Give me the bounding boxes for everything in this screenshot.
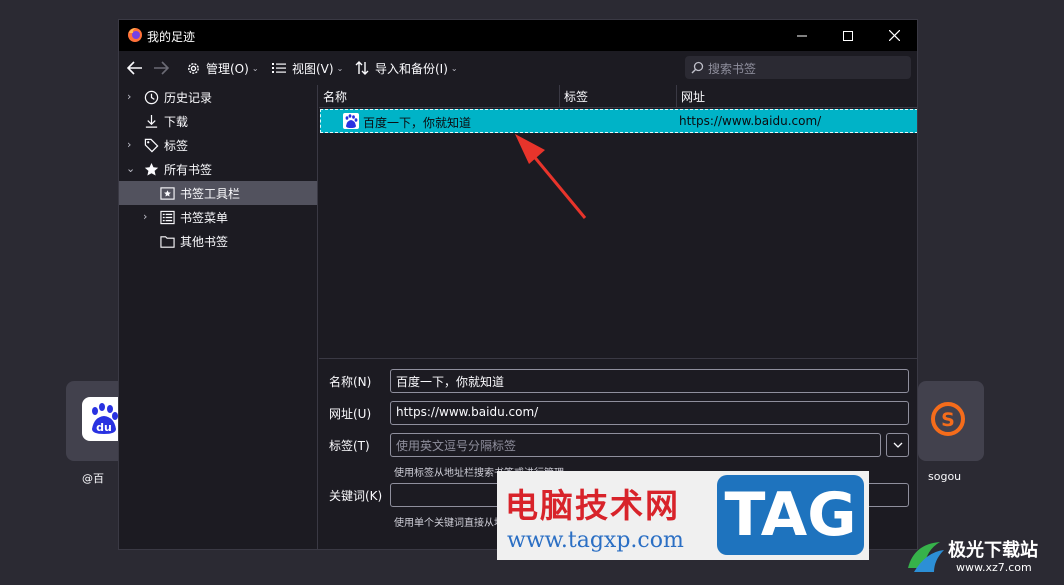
watermark-url: www.tagxp.com <box>507 528 684 553</box>
tree-item-label: 书签工具栏 <box>180 186 241 201</box>
expand-arrow-icon[interactable]: › <box>127 90 131 103</box>
column-header-name[interactable]: 名称 <box>319 85 560 107</box>
tree-item-label: 下载 <box>164 114 189 129</box>
top-site-label-sogou: sogou <box>928 470 962 483</box>
manage-menu[interactable]: 管理(O) ⌄ <box>185 58 259 78</box>
import-backup-label: 导入和备份(I) <box>375 61 448 76</box>
tree-item-label: 其他书签 <box>180 234 229 249</box>
close-button[interactable] <box>871 20 917 51</box>
tree-item-label: 书签菜单 <box>180 210 229 225</box>
search-icon <box>691 61 704 74</box>
search-placeholder: 搜索书签 <box>708 62 757 76</box>
import-backup-menu[interactable]: 导入和备份(I) ⌄ <box>354 58 458 78</box>
chevron-down-icon: ⌄ <box>251 63 259 73</box>
expand-arrow-icon[interactable]: › <box>143 210 147 223</box>
tags-placeholder: 使用英文逗号分隔标签 <box>396 439 517 453</box>
import-export-icon <box>354 60 370 76</box>
tags-dropdown-button[interactable] <box>886 433 909 457</box>
collapse-arrow-icon[interactable]: ⌄ <box>126 162 135 175</box>
tree-item-history[interactable]: 历史记录 <box>143 85 212 109</box>
forward-arrow-icon <box>154 61 169 75</box>
bookmark-list: 名称 标签 网址 百度一下，你就知道 https://www.baidu.com… <box>319 85 917 357</box>
tree-item-label: 所有书签 <box>164 162 213 177</box>
keyword-label: 关键词(K) <box>329 489 383 503</box>
chevron-down-icon: ⌄ <box>336 63 344 73</box>
back-button[interactable] <box>127 58 143 78</box>
tags-label: 标签(T) <box>329 439 370 453</box>
baidu-favicon-icon <box>343 113 359 129</box>
library-tree: › 历史记录 下载 › 标签 ⌄ 所有书签 书签工具栏 › 书签菜单 其他书签 <box>119 85 318 549</box>
view-list-icon <box>271 60 287 76</box>
tree-item-bookmarks-toolbar[interactable]: 书签工具栏 <box>159 181 240 205</box>
tags-field[interactable]: 使用英文逗号分隔标签 <box>390 433 881 457</box>
tree-item-label: 标签 <box>164 138 189 153</box>
download-icon <box>143 113 159 129</box>
tag-icon <box>143 137 159 153</box>
window-title: 我的足迹 <box>147 30 196 44</box>
name-field[interactable]: 百度一下，你就知道 <box>390 369 909 393</box>
top-site-tile-sogou[interactable]: S <box>918 381 984 461</box>
name-label: 名称(N) <box>329 375 372 389</box>
expand-arrow-icon[interactable]: › <box>127 138 131 151</box>
maximize-button[interactable] <box>825 20 871 51</box>
star-icon <box>143 161 159 177</box>
tree-item-tags[interactable]: 标签 <box>143 133 188 157</box>
firefox-logo-icon <box>127 27 143 43</box>
chevron-down-icon: ⌄ <box>450 63 458 73</box>
view-menu-label: 视图(V) <box>292 61 334 76</box>
site-logo: 极光下载站 www.xz7.com <box>900 534 1062 580</box>
row-name: 百度一下，你就知道 <box>363 116 472 130</box>
url-label: 网址(U) <box>329 407 372 421</box>
gear-icon <box>185 60 201 76</box>
tree-item-downloads[interactable]: 下载 <box>143 109 188 133</box>
bookmark-toolbar-icon <box>159 185 175 201</box>
svg-text:S: S <box>941 409 955 431</box>
column-header-url[interactable]: 网址 <box>677 85 917 107</box>
tree-item-label: 历史记录 <box>164 90 213 105</box>
logo-title: 极光下载站 <box>948 540 1038 561</box>
url-field[interactable]: https://www.baidu.com/ <box>390 401 909 425</box>
svg-text:du: du <box>96 421 112 434</box>
sogou-logo-icon: S <box>926 397 970 441</box>
back-arrow-icon <box>127 61 142 75</box>
row-url: https://www.baidu.com/ <box>679 114 822 128</box>
table-row[interactable]: 百度一下，你就知道 https://www.baidu.com/ <box>320 109 917 133</box>
red-pointer-arrow <box>515 134 587 219</box>
top-site-label-baidu: @百 <box>82 472 104 485</box>
watermark-title: 电脑技术网 <box>505 486 680 525</box>
minimize-button[interactable] <box>779 20 825 51</box>
tree-item-other-bookmarks[interactable]: 其他书签 <box>159 229 228 253</box>
chevron-down-icon <box>893 442 902 448</box>
window-titlebar[interactable]: 我的足迹 <box>119 20 917 51</box>
bookmark-menu-icon <box>159 209 175 225</box>
aurora-logo-icon <box>908 542 944 572</box>
header-divider <box>319 107 917 108</box>
manage-menu-label: 管理(O) <box>206 61 249 76</box>
folder-icon <box>159 233 175 249</box>
bookmark-search-box[interactable]: 搜索书签 <box>685 56 911 79</box>
clock-icon <box>143 89 159 105</box>
tree-item-all-bookmarks[interactable]: 所有书签 <box>143 157 212 181</box>
forward-button[interactable] <box>153 58 169 78</box>
column-header-tags[interactable]: 标签 <box>560 85 677 107</box>
tree-item-bookmarks-menu[interactable]: 书签菜单 <box>159 205 228 229</box>
logo-url: www.xz7.com <box>956 561 1032 574</box>
watermark-banner: 电脑技术网 www.tagxp.com TAG <box>497 471 869 560</box>
watermark-tag-logo: TAG <box>717 475 864 555</box>
view-menu[interactable]: 视图(V) ⌄ <box>271 58 343 78</box>
